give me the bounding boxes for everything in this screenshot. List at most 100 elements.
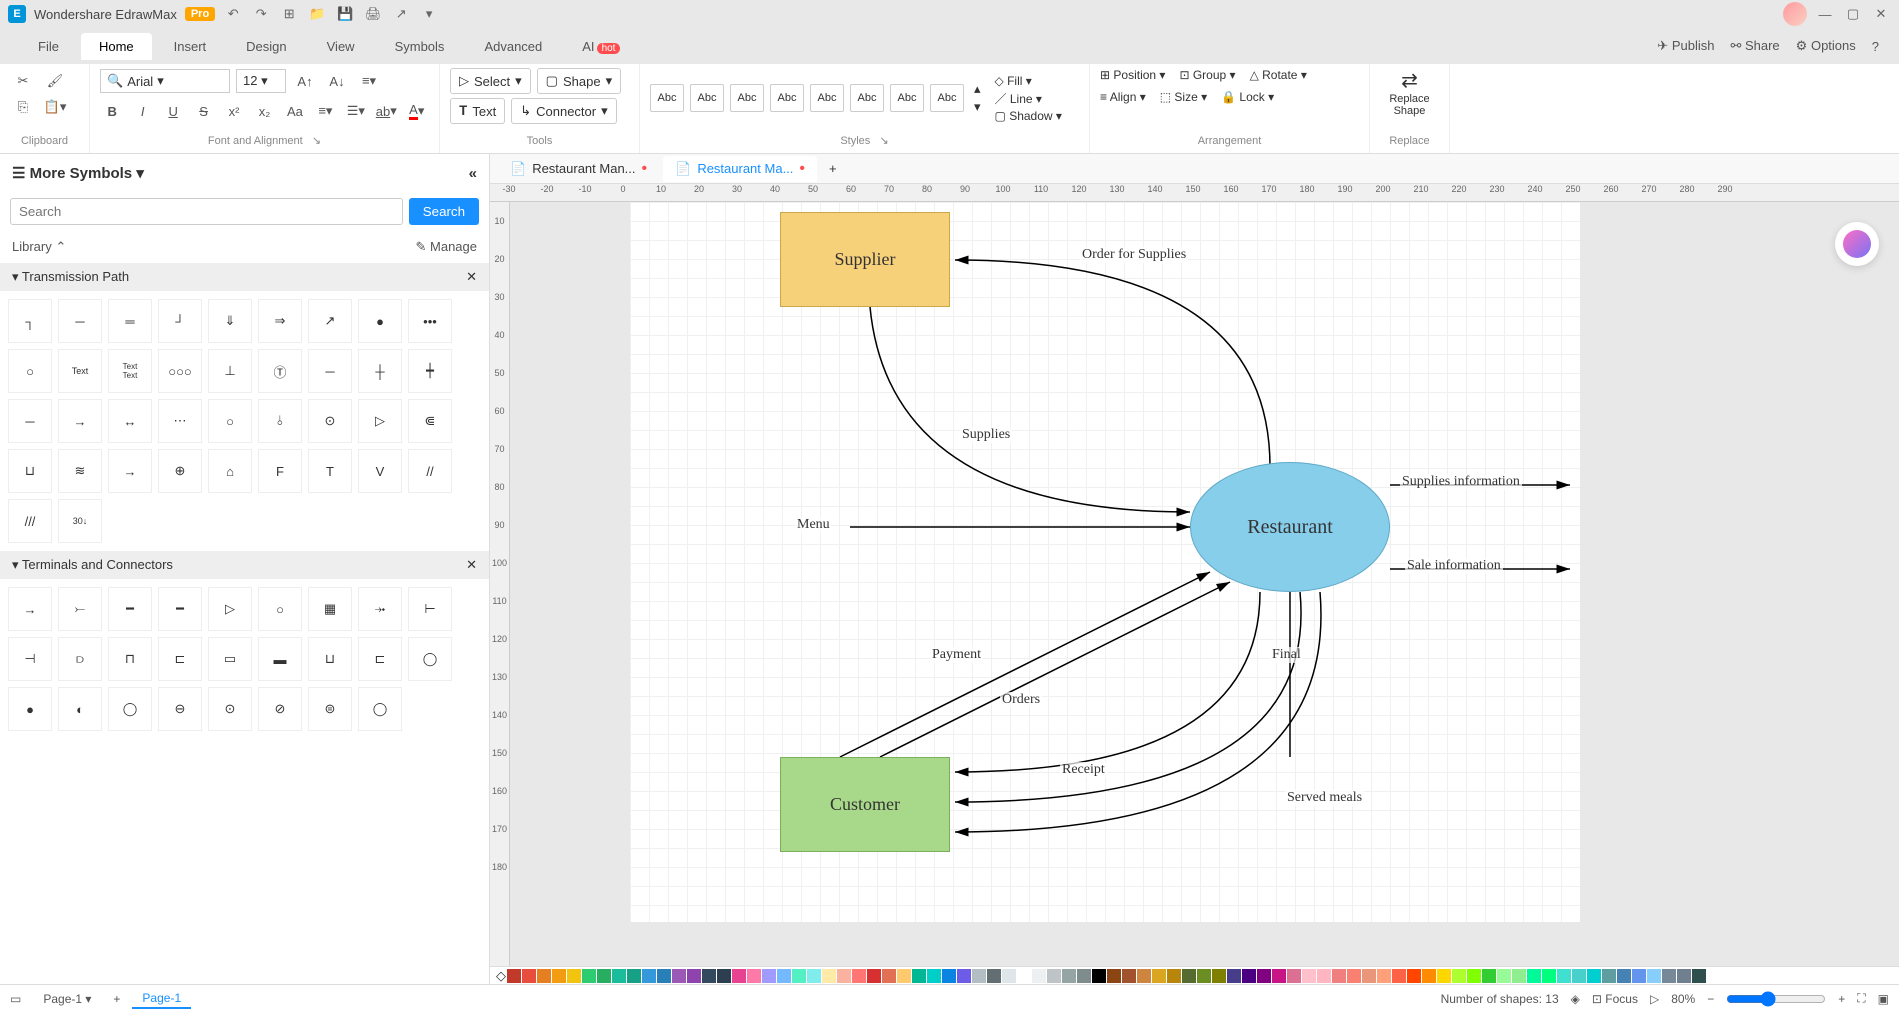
color-swatch[interactable] bbox=[1452, 969, 1466, 983]
menu-symbols[interactable]: Symbols bbox=[377, 33, 463, 60]
shape-item[interactable]: F bbox=[258, 449, 302, 493]
color-swatch[interactable] bbox=[597, 969, 611, 983]
label-orders[interactable]: Orders bbox=[1000, 692, 1042, 708]
shape-item[interactable]: ┐ bbox=[8, 299, 52, 343]
shape-item[interactable]: ⊓ bbox=[108, 637, 152, 681]
color-swatch[interactable] bbox=[747, 969, 761, 983]
shape-item[interactable]: ⊏ bbox=[158, 637, 202, 681]
align-dropdown[interactable]: ≡ Align ▾ bbox=[1100, 90, 1146, 104]
size-dropdown[interactable]: ⬚ Size ▾ bbox=[1160, 90, 1207, 104]
node-supplier[interactable]: Supplier bbox=[780, 212, 950, 307]
publish-button[interactable]: ✈ Publish bbox=[1657, 38, 1714, 54]
shape-item[interactable]: TextText bbox=[108, 349, 152, 393]
highlight-icon[interactable]: ab▾ bbox=[374, 98, 398, 124]
maximize-icon[interactable]: ▢ bbox=[1843, 4, 1863, 24]
qat-more-icon[interactable]: ▾ bbox=[419, 4, 439, 24]
line-spacing-icon[interactable]: ≡▾ bbox=[313, 98, 337, 124]
shape-item[interactable]: → bbox=[8, 587, 52, 631]
focus-button[interactable]: ⊡ Focus bbox=[1592, 992, 1638, 1006]
line-dropdown[interactable]: ／ Line ▾ bbox=[995, 90, 1062, 107]
shape-item[interactable]: 30↓ bbox=[58, 499, 102, 543]
category-terminals[interactable]: ▾ Terminals and Connectors ✕ bbox=[0, 551, 489, 579]
color-swatch[interactable] bbox=[1377, 969, 1391, 983]
color-swatch[interactable] bbox=[777, 969, 791, 983]
menu-design[interactable]: Design bbox=[228, 33, 304, 60]
text-tool[interactable]: 𝐓 Text bbox=[450, 98, 505, 124]
shape-item[interactable]: ○ bbox=[8, 349, 52, 393]
shape-item[interactable]: ⊖ bbox=[158, 687, 202, 731]
doc-tab-1[interactable]: 📄 Restaurant Man... • bbox=[498, 156, 659, 182]
add-page-icon[interactable]: + bbox=[113, 992, 120, 1006]
shape-item[interactable]: // bbox=[408, 449, 452, 493]
format-painter-icon[interactable]: 🖌 bbox=[42, 68, 68, 94]
color-swatch[interactable] bbox=[1272, 969, 1286, 983]
shape-item[interactable]: ↗ bbox=[308, 299, 352, 343]
menu-insert[interactable]: Insert bbox=[156, 33, 225, 60]
shape-item[interactable]: ⫐ bbox=[58, 637, 102, 681]
shape-item[interactable]: ⊣ bbox=[8, 637, 52, 681]
shape-item[interactable]: T bbox=[308, 449, 352, 493]
collapse-panel-icon[interactable]: « bbox=[469, 165, 477, 182]
style-scroll-down-icon[interactable]: ▾ bbox=[974, 99, 981, 115]
doc-tab-2[interactable]: 📄 Restaurant Ma... • bbox=[663, 156, 817, 182]
replace-shape-button[interactable]: ⇄ Replace Shape bbox=[1389, 68, 1429, 117]
shape-item[interactable]: ≋ bbox=[58, 449, 102, 493]
color-swatch[interactable] bbox=[642, 969, 656, 983]
color-swatch[interactable] bbox=[1197, 969, 1211, 983]
style-preset-7[interactable]: Abc bbox=[890, 84, 924, 112]
color-swatch[interactable] bbox=[1437, 969, 1451, 983]
shape-item[interactable]: ● bbox=[8, 687, 52, 731]
color-swatch[interactable] bbox=[942, 969, 956, 983]
shape-item[interactable]: ▷ bbox=[358, 399, 402, 443]
shape-item[interactable]: ⊜ bbox=[308, 687, 352, 731]
color-swatch[interactable] bbox=[972, 969, 986, 983]
shape-item[interactable]: ⋐ bbox=[408, 399, 452, 443]
color-swatch[interactable] bbox=[582, 969, 596, 983]
shape-item[interactable]: ↔ bbox=[108, 399, 152, 443]
color-swatch[interactable] bbox=[1092, 969, 1106, 983]
superscript-icon[interactable]: x² bbox=[222, 98, 246, 124]
color-swatch[interactable] bbox=[1047, 969, 1061, 983]
cut-icon[interactable]: ✂ bbox=[10, 68, 36, 94]
shape-item[interactable]: ▷ bbox=[208, 587, 252, 631]
color-swatch[interactable] bbox=[927, 969, 941, 983]
color-swatch[interactable] bbox=[1692, 969, 1706, 983]
shape-item[interactable]: ⫰ bbox=[258, 399, 302, 443]
color-swatch[interactable] bbox=[957, 969, 971, 983]
undo-icon[interactable]: ↶ bbox=[223, 4, 243, 24]
color-swatch[interactable] bbox=[1182, 969, 1196, 983]
shape-item[interactable]: ┼ bbox=[358, 349, 402, 393]
shape-item[interactable]: ● bbox=[358, 299, 402, 343]
shape-tool[interactable]: ▢ Shape ▾ bbox=[537, 68, 621, 94]
color-swatch[interactable] bbox=[1572, 969, 1586, 983]
shape-item[interactable]: ⤞ bbox=[358, 587, 402, 631]
label-menu[interactable]: Menu bbox=[795, 517, 832, 533]
connector-tool[interactable]: ↳ Connector ▾ bbox=[511, 98, 616, 124]
presentation-icon[interactable]: ▷ bbox=[1650, 992, 1659, 1006]
shape-item[interactable]: ⊘ bbox=[258, 687, 302, 731]
color-swatch[interactable] bbox=[792, 969, 806, 983]
search-input[interactable] bbox=[10, 198, 403, 225]
new-icon[interactable]: ⊞ bbox=[279, 4, 299, 24]
color-swatch[interactable] bbox=[867, 969, 881, 983]
options-button[interactable]: ⚙ Options bbox=[1796, 38, 1856, 54]
style-preset-6[interactable]: Abc bbox=[850, 84, 884, 112]
color-swatch[interactable] bbox=[1542, 969, 1556, 983]
color-swatch[interactable] bbox=[732, 969, 746, 983]
bold-icon[interactable]: B bbox=[100, 98, 124, 124]
shape-item[interactable]: ⤚ bbox=[58, 587, 102, 631]
fullscreen-icon[interactable]: ▣ bbox=[1878, 992, 1889, 1006]
paper[interactable]: Supplier Customer Restaurant Menu Suppli… bbox=[630, 202, 1580, 922]
label-sale-info[interactable]: Sale information bbox=[1405, 558, 1503, 574]
shape-item[interactable]: ⇓ bbox=[208, 299, 252, 343]
bullets-icon[interactable]: ☰▾ bbox=[344, 98, 368, 124]
color-swatch[interactable] bbox=[1212, 969, 1226, 983]
shape-item[interactable]: ⊥ bbox=[208, 349, 252, 393]
color-swatch[interactable] bbox=[1032, 969, 1046, 983]
layers-icon[interactable]: ◈ bbox=[1571, 992, 1580, 1006]
fill-dropdown[interactable]: ◇ Fill ▾ bbox=[995, 74, 1062, 88]
color-swatch[interactable] bbox=[1497, 969, 1511, 983]
zoom-level[interactable]: 80% bbox=[1671, 992, 1695, 1006]
color-swatch[interactable] bbox=[912, 969, 926, 983]
shape-item[interactable]: V bbox=[358, 449, 402, 493]
